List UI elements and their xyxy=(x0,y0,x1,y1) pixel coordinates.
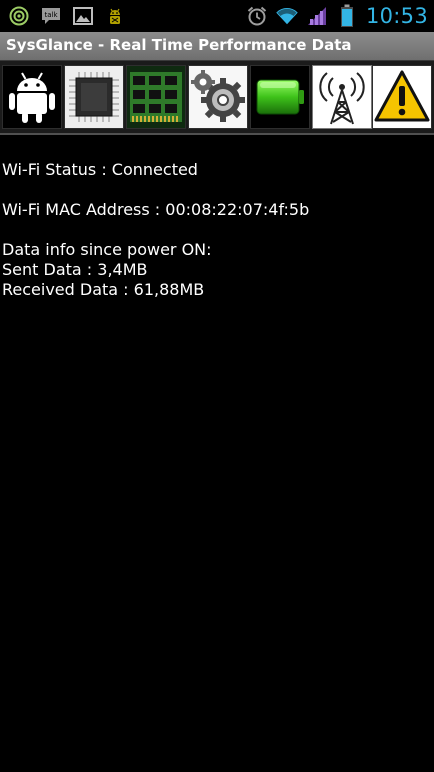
screen: talk 10:53 SysGlance - Real Time Perform… xyxy=(0,0,434,772)
tab-battery[interactable] xyxy=(250,65,310,129)
tab-alerts[interactable] xyxy=(372,65,432,129)
system-status-area[interactable]: 10:53 xyxy=(246,2,428,30)
talk-icon-label: talk xyxy=(44,11,58,19)
antenna-tower-icon xyxy=(313,66,371,128)
network-info-panel: Wi-Fi Status : Connected Wi-Fi MAC Addre… xyxy=(2,160,432,300)
talk-icon: talk xyxy=(40,5,62,27)
tab-memory[interactable] xyxy=(126,65,186,129)
cpu-chip-icon xyxy=(65,66,123,128)
status-clock: 10:53 xyxy=(365,4,428,28)
tab-network[interactable] xyxy=(312,65,372,129)
status-bar: talk 10:53 xyxy=(0,0,434,32)
wifi-notification-icon xyxy=(8,5,30,27)
battery-icon xyxy=(336,4,358,27)
battery-icon xyxy=(251,66,309,128)
android-debug-icon xyxy=(104,5,126,27)
app-title-bar: SysGlance - Real Time Performance Data xyxy=(0,32,434,61)
sent-data-text: Sent Data : 3,4MB xyxy=(2,260,148,279)
wifi-status-text: Wi-Fi Status : Connected xyxy=(2,160,198,179)
wifi-mac-text: Wi-Fi MAC Address : 00:08:22:07:4f:5b xyxy=(2,200,310,219)
received-data-text: Received Data : 61,88MB xyxy=(2,280,205,299)
app-title: SysGlance - Real Time Performance Data xyxy=(6,36,352,54)
wifi-signal-icon xyxy=(276,5,298,27)
notification-area[interactable]: talk xyxy=(8,4,126,28)
cell-signal-icon xyxy=(306,5,328,27)
alarm-icon xyxy=(246,5,268,27)
gallery-icon xyxy=(72,5,94,27)
tab-android-info[interactable] xyxy=(2,65,62,129)
tab-cpu[interactable] xyxy=(64,65,124,129)
category-toolbar xyxy=(0,61,434,135)
android-icon xyxy=(3,66,61,128)
tab-processes[interactable] xyxy=(188,65,248,129)
memory-module-icon xyxy=(127,66,185,128)
warning-icon xyxy=(373,66,431,128)
data-info-header: Data info since power ON: xyxy=(2,240,212,259)
gears-icon xyxy=(189,66,247,128)
